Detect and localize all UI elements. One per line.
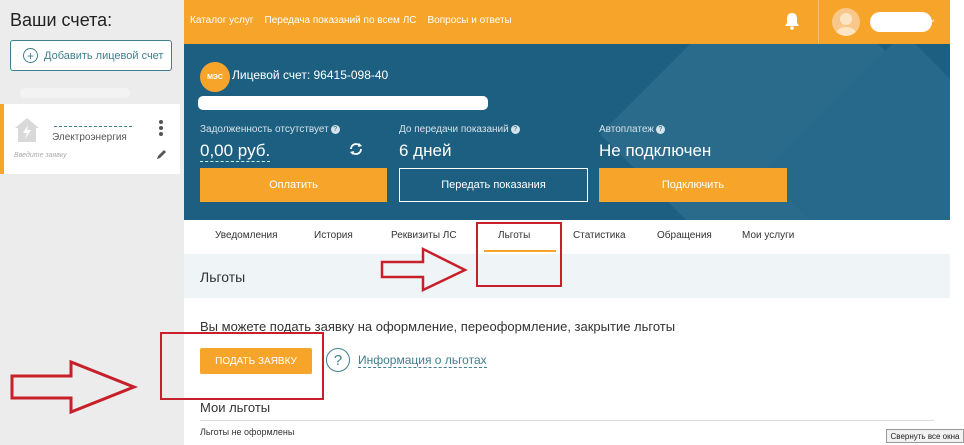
account-card[interactable]: Электроэнергия Введите заявку: [0, 104, 180, 174]
sidebar-title: Ваши счета:: [10, 10, 113, 30]
tab-statistics[interactable]: Статистика: [573, 230, 626, 241]
benefits-description: Вы можете подать заявку на оформление, п…: [200, 319, 676, 334]
next-reading-value: 6 дней: [399, 141, 452, 160]
next-reading-label: До передачи показаний: [399, 124, 509, 135]
nav-catalog[interactable]: Каталог услуг: [190, 15, 254, 26]
topbar-divider: [818, 0, 819, 44]
redacted-scribble: [20, 88, 130, 98]
tab-my-services[interactable]: Мои услуги: [742, 230, 794, 241]
autopay-block: Автоплатеж? Не подключен: [599, 124, 711, 161]
autopay-value: Не подключен: [599, 141, 712, 160]
top-navigation-bar: Каталог услуг Передача показаний по всем…: [184, 0, 950, 44]
account-redacted-line: [54, 126, 132, 127]
account-summary-panel: МЭС Лицевой счет: 96415-098-40 Задолженн…: [184, 44, 950, 220]
section-divider: [200, 420, 934, 421]
redacted-user-name: [870, 12, 932, 32]
nav-faq[interactable]: Вопросы и ответы: [428, 15, 512, 26]
add-account-label: Добавить лицевой счет: [44, 49, 164, 62]
bell-icon[interactable]: [784, 12, 800, 30]
benefits-header: Льготы: [184, 254, 950, 298]
apply-button[interactable]: ПОДАТЬ ЗАЯВКУ: [200, 348, 312, 374]
nav-readings-all[interactable]: Передача показаний по всем ЛС: [265, 15, 417, 26]
help-icon[interactable]: ?: [510, 125, 520, 134]
debt-value: 0,00 руб.: [200, 141, 271, 162]
submit-readings-button[interactable]: Передать показания: [399, 168, 588, 202]
tab-notifications[interactable]: Уведомления: [215, 230, 278, 241]
pencil-icon[interactable]: [156, 148, 168, 160]
user-avatar-icon: [836, 13, 856, 36]
account-tabs: Уведомления История Реквизиты ЛС Льготы …: [184, 220, 950, 254]
autopay-label: Автоплатеж: [599, 124, 654, 135]
page-title: Льготы: [200, 269, 246, 285]
tab-history[interactable]: История: [314, 230, 353, 241]
kebab-menu-icon[interactable]: [159, 120, 165, 138]
mes-logo: МЭС: [200, 62, 230, 92]
house-bolt-icon: [15, 118, 39, 142]
connect-autopay-button[interactable]: Подключить: [599, 168, 787, 202]
tab-requisites[interactable]: Реквизиты ЛС: [391, 230, 457, 241]
benefits-info-link[interactable]: Информация о льготах: [358, 353, 487, 368]
tab-benefits[interactable]: Льготы: [498, 230, 530, 241]
account-number: Лицевой счет: 96415-098-40: [232, 68, 389, 82]
help-icon[interactable]: ?: [330, 125, 340, 134]
redacted-address: [198, 96, 488, 110]
debt-block: Задолженность отсутствует? 0,00 руб.: [200, 124, 340, 162]
chevron-down-icon[interactable]: ⌄: [928, 14, 936, 25]
account-hint: Введите заявку: [14, 152, 67, 159]
active-tab-indicator: [484, 250, 556, 252]
account-service: Электроэнергия: [52, 132, 127, 143]
minimize-all-windows-button[interactable]: Свернуть все окна: [886, 429, 964, 443]
top-nav: Каталог услуг Передача показаний по всем…: [190, 15, 512, 26]
accounts-sidebar: Ваши счета: + Добавить лицевой счет Элек…: [0, 0, 184, 445]
pay-button[interactable]: Оплатить: [200, 168, 387, 202]
plus-icon: +: [23, 48, 38, 63]
my-benefits-heading: Мои льготы: [200, 400, 271, 415]
next-reading-block: До передачи показаний? 6 дней: [399, 124, 520, 161]
tab-requests[interactable]: Обращения: [657, 230, 712, 241]
debt-label: Задолженность отсутствует: [200, 124, 329, 135]
page-edge: [950, 0, 964, 445]
add-account-button[interactable]: + Добавить лицевой счет: [10, 40, 172, 71]
empty-state: Льготы не оформлены: [200, 427, 295, 437]
app-root: Ваши счета: + Добавить лицевой счет Элек…: [0, 0, 964, 445]
avatar[interactable]: [832, 8, 860, 36]
refresh-icon[interactable]: [348, 142, 364, 156]
question-circle-icon[interactable]: ?: [326, 348, 350, 372]
benefits-content: Вы можете подать заявку на оформление, п…: [184, 298, 950, 445]
help-icon[interactable]: ?: [656, 125, 665, 134]
